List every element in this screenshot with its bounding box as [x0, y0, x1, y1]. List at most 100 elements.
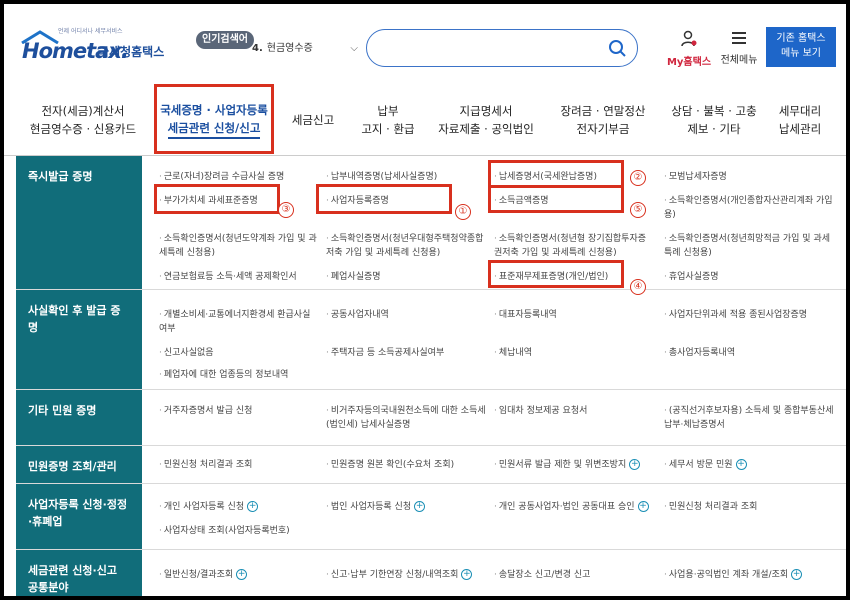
annotation-number-1: ①	[455, 204, 471, 220]
menu-link[interactable]: 공동사업자내역	[326, 308, 486, 322]
my-hometax-button[interactable]: My홈택스	[664, 30, 714, 68]
menu-link[interactable]: 모범납세자증명	[664, 170, 834, 184]
menu-link[interactable]: 임대차 정보제공 요청서	[494, 404, 644, 418]
popular-search-select[interactable]: 4. 현금영수증 ⌵	[252, 34, 362, 64]
user-icon	[681, 30, 697, 47]
section-title: 민원증명 조회/관리	[16, 446, 142, 483]
menu-link[interactable]: 납세증명서(국세완납증명)	[494, 170, 644, 184]
section-business-registration: 사업자등록 신청·정정·휴폐업 개인 사업자등록 신청+ 법인 사업자등록 신청…	[16, 484, 846, 550]
old-menu-label-2: 메뉴 보기	[781, 48, 821, 59]
nav-item-certificates[interactable]: 국세증명 · 사업자등록 세금관련 신청/신고	[156, 84, 272, 156]
menu-link[interactable]: 소득금액증명	[494, 194, 644, 208]
menu-link[interactable]: 민원신청 처리결과 조회	[159, 458, 319, 472]
plus-circle-icon[interactable]: +	[461, 569, 473, 580]
menu-link[interactable]: 대표자등록내역	[494, 308, 644, 322]
nav-label-1: 국세증명 · 사업자등록	[160, 103, 268, 117]
hamburger-icon	[732, 32, 746, 44]
old-menu-button[interactable]: 기존 홈택스 메뉴 보기	[766, 27, 836, 67]
nav-item-statements[interactable]: 지급명세서 자료제출 · 공익법인	[432, 84, 540, 156]
plus-circle-icon[interactable]: +	[791, 569, 803, 580]
nav-item-tax-filing[interactable]: 세금신고	[278, 84, 348, 156]
menu-link[interactable]: 휴업사실증명	[664, 270, 834, 284]
section-title: 사업자등록 신청·정정·휴폐업	[16, 484, 142, 549]
menu-link[interactable]: 소득확인증명서(개인종합자산관리계좌 가입용)	[664, 194, 834, 222]
menu-link[interactable]: 소득확인증명서(청년형 장기집합투자증권저축 가입 및 과세특례 신청용)	[494, 232, 654, 260]
menu-link[interactable]: 개별소비세·교통에너지환경세 환급사실 여부	[159, 308, 319, 336]
menu-link[interactable]: 법인 사업자등록 신청+	[326, 500, 491, 514]
menu-link[interactable]: 체납내역	[494, 346, 644, 360]
menu-link[interactable]: 사업자단위과세 적용 종된사업장증명	[664, 308, 834, 322]
menu-link[interactable]: 개인 사업자등록 신청+	[159, 500, 319, 514]
menu-link-label: 개인 사업자등록 신청	[163, 502, 245, 512]
hometax-logo[interactable]: 언제 어디서나 세무서비스 Hometax. 국세청홈택스	[18, 26, 168, 70]
menu-link[interactable]: 근로(자녀)장려금 수급사실 증명	[159, 170, 319, 184]
menu-link[interactable]: 사업자상태 조회(사업자등록번호)	[159, 524, 359, 538]
plus-circle-icon[interactable]: +	[247, 501, 259, 512]
main-nav: 전자(세금)계산서 현금영수증 · 신용카드 국세증명 · 사업자등록 세금관련…	[4, 84, 846, 156]
menu-link[interactable]: 주택자금 등 소득공제사실여부	[326, 346, 486, 360]
menu-link[interactable]: 비거주자등의국내원천소득에 대한 소득세(법인세) 납세사실증명	[326, 404, 486, 432]
menu-link[interactable]: 총사업자등록내역	[664, 346, 834, 360]
menu-link[interactable]: 표준재무제표증명(개인/법인)	[494, 270, 644, 284]
nav-label-1: 납부	[377, 104, 399, 118]
menu-link-label: 신고·납부 기한연장 신청/내역조회	[330, 570, 459, 580]
nav-label-1: 지급명세서	[459, 104, 513, 118]
menu-link-label: 민원증명 원본 확인(수요처 조회)	[330, 460, 455, 470]
menu-link[interactable]: 민원신청 처리결과 조회	[664, 500, 834, 514]
menu-link[interactable]: 폐업사실증명	[326, 270, 486, 284]
nav-label-2: 세금관련 신청/신고	[167, 119, 261, 139]
nav-item-payment[interactable]: 납부 고지 · 환급	[352, 84, 424, 156]
search-box	[366, 29, 638, 67]
annotation-number-4: ④	[630, 279, 646, 295]
nav-label-2: 자료제출 · 공익법인	[438, 122, 534, 136]
hometax-page: 언제 어디서나 세무서비스 Hometax. 국세청홈택스 인기검색어 4. 현금…	[4, 4, 846, 596]
menu-link[interactable]: (공직선거후보자용) 소득세 및 종합부동산세 납부·체납증명서	[664, 404, 834, 432]
nav-item-etax[interactable]: 전자(세금)계산서 현금영수증 · 신용카드	[18, 84, 148, 156]
section-verified-certificates: 사실확인 후 발급 증명 개별소비세·교통에너지환경세 환급사실 여부 공동사업…	[16, 290, 846, 390]
popular-search-badge: 인기검색어	[196, 31, 254, 49]
menu-link[interactable]: 소득확인증명서(청년도약계좌 가입 및 과세특례 신청용)	[159, 232, 319, 260]
plus-circle-icon[interactable]: +	[236, 569, 248, 580]
nav-label-1: 장려금 · 연말정산	[560, 104, 646, 118]
nav-label-1: 전자(세금)계산서	[41, 104, 125, 118]
menu-link-label: 세무서 방문 민원	[668, 460, 733, 470]
menu-link[interactable]: 거주자증명서 발급 신청	[159, 404, 319, 418]
annotation-number-5: ⑤	[630, 202, 646, 218]
menu-link[interactable]: 부가가치세 과세표준증명	[159, 194, 319, 208]
menu-link-label: 송달장소 신고/변경 신고	[498, 570, 591, 580]
menu-link[interactable]: 개인 공동사업자·법인 공동대표 승인+	[494, 500, 664, 514]
nav-label-2: 현금영수증 · 신용카드	[29, 122, 137, 136]
menu-link[interactable]: 연금보험료등 소득·세액 공제확인서	[159, 270, 319, 284]
menu-link[interactable]: 일반신청/결과조회+	[159, 568, 319, 582]
plus-circle-icon[interactable]: +	[629, 459, 641, 470]
section-other-certificates: 기타 민원 증명 거주자증명서 발급 신청 비거주자등의국내원천소득에 대한 소…	[16, 390, 846, 446]
menu-link-label: 일반신청/결과조회	[163, 570, 234, 580]
section-common-filing: 세금관련 신청·신고 공통분야 일반신청/결과조회+ 신고·납부 기한연장 신청…	[16, 550, 846, 596]
annotation-number-3: ③	[278, 202, 294, 218]
menu-link[interactable]: 납부내역증명(납세사실증명)	[326, 170, 486, 184]
menu-link[interactable]: 신고·납부 기한연장 신청/내역조회+	[326, 568, 491, 582]
menu-link[interactable]: 소득확인증명서(청년우대형주택청약종합저축 가입 및 과세특례 신청용)	[326, 232, 486, 260]
menu-link[interactable]: 신고사실없음	[159, 346, 319, 360]
menu-link[interactable]: 소득확인증명서(청년희망적금 가입 및 과세특례 신청용)	[664, 232, 834, 260]
menu-link-label: 사업자상태 조회(사업자등록번호)	[163, 526, 290, 536]
plus-circle-icon[interactable]: +	[637, 501, 649, 512]
menu-link[interactable]: 민원서류 발급 제한 및 위변조방지+	[494, 458, 664, 472]
nav-item-tax-agent[interactable]: 세무대리 납세관리	[768, 84, 832, 156]
search-input[interactable]	[381, 38, 601, 58]
menu-link[interactable]: 폐업자에 대한 업종등의 정보내역	[159, 368, 329, 382]
nav-item-incentives[interactable]: 장려금 · 연말정산 전자기부금	[550, 84, 656, 156]
nav-label-1: 상담 · 불복 · 고충	[671, 104, 757, 118]
menu-link[interactable]: 송달장소 신고/변경 신고	[494, 568, 664, 582]
menu-link[interactable]: 민원증명 원본 확인(수요처 조회)	[326, 458, 491, 472]
section-instant-certificates: 즉시발급 증명 근로(자녀)장려금 수급사실 증명 납부내역증명(납세사실증명)…	[16, 156, 846, 290]
plus-circle-icon[interactable]: +	[735, 459, 747, 470]
menu-link[interactable]: 사업용·공익법인 계좌 개설/조회+	[664, 568, 844, 582]
menu-link-label: 법인 사업자등록 신청	[330, 502, 412, 512]
popular-term: 현금영수증	[266, 43, 313, 54]
menu-link[interactable]: 세무서 방문 민원+	[664, 458, 834, 472]
plus-circle-icon[interactable]: +	[414, 501, 426, 512]
nav-item-consulting[interactable]: 상담 · 불복 · 고충 제보 · 기타	[664, 84, 764, 156]
all-menu-button[interactable]: 전체메뉴	[716, 30, 762, 66]
search-icon[interactable]	[607, 38, 627, 58]
